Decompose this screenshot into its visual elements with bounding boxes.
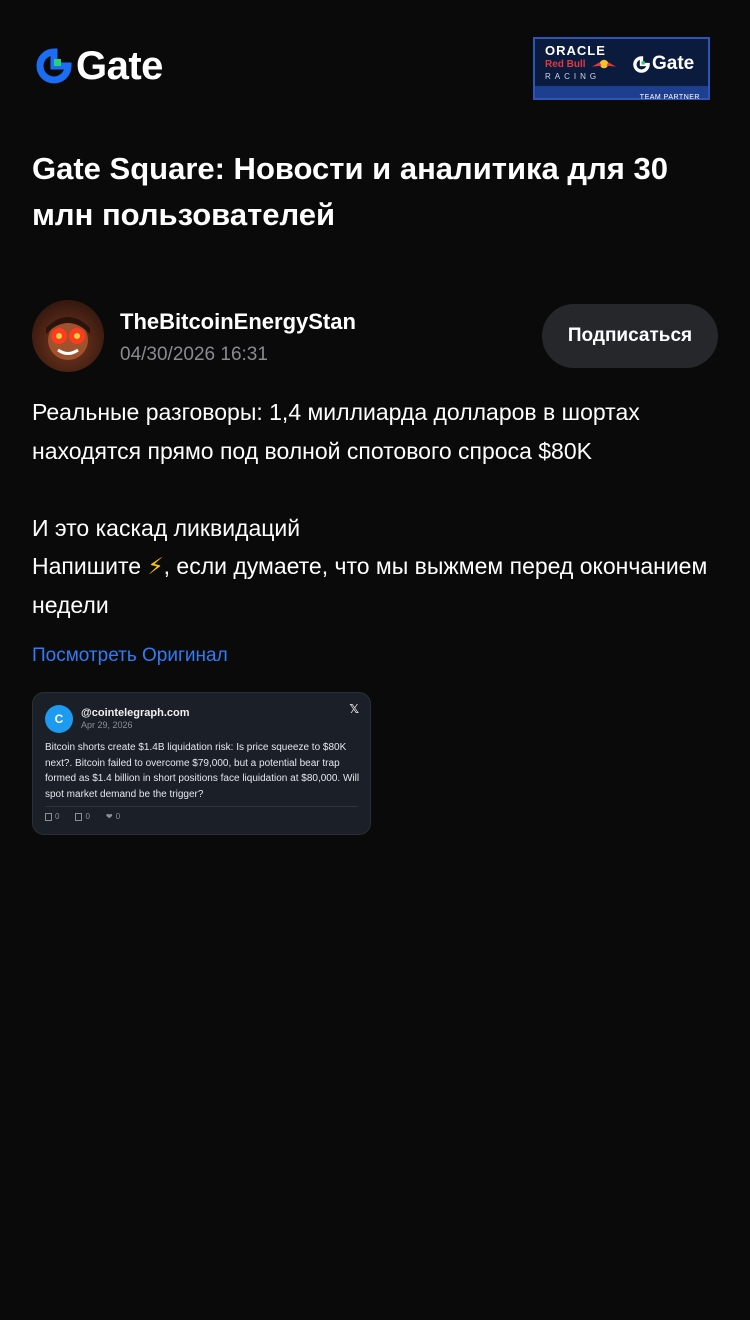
- post-paragraph: Реальные разговоры: 1,4 миллиарда доллар…: [32, 399, 640, 464]
- author-name[interactable]: TheBitcoinEnergyStan: [120, 309, 356, 335]
- post-body: Реальные разговоры: 1,4 миллиарда доллар…: [32, 393, 722, 624]
- gate-logo[interactable]: Gate: [36, 46, 163, 86]
- avatar-image: [46, 317, 90, 360]
- post-timestamp: 04/30/2026 16:31: [120, 344, 268, 365]
- reply-stat: 0: [45, 812, 59, 821]
- heart-icon: ❤: [105, 812, 113, 821]
- partner-oracle-text: ORACLE: [545, 43, 606, 58]
- like-stat: ❤ 0: [106, 812, 120, 821]
- view-original-link[interactable]: Посмотреть Оригинал: [32, 645, 228, 667]
- tweet-text: Bitcoin shorts create $1.4B liquidation …: [45, 742, 360, 800]
- gate-logo-icon: [36, 48, 72, 84]
- partner-gate-text: Gate: [652, 53, 695, 74]
- partner-gate-logo: Gate: [633, 53, 694, 75]
- tweet-date: Apr 29, 2026: [81, 720, 133, 730]
- embedded-tweet-card[interactable]: C @cointelegraph.com Apr 29, 2026 𝕏 Bitc…: [32, 692, 371, 835]
- avatar[interactable]: [32, 300, 104, 372]
- partner-redbull-text: Red Bull: [545, 59, 586, 70]
- logo-text: Gate: [76, 44, 163, 88]
- x-icon: 𝕏: [349, 702, 359, 716]
- tweet-avatar: C: [45, 705, 73, 733]
- post-paragraph: И это каскад ликвидаций: [32, 514, 301, 541]
- lightning-emoji-icon: ⚡: [147, 553, 164, 579]
- tweet-divider: [45, 806, 358, 807]
- like-count: 0: [115, 812, 121, 821]
- tweet-handle: @cointelegraph.com: [81, 707, 190, 719]
- team-partner-text: TEAM PARTNER: [639, 94, 700, 101]
- post-text-segment: Напишите: [32, 553, 148, 579]
- reply-icon: [45, 812, 52, 821]
- post-paragraph: Напишите ⚡, если думаете, что мы выжмем …: [32, 547, 722, 624]
- follow-button[interactable]: Подписаться: [542, 304, 718, 368]
- author-row: TheBitcoinEnergyStan 04/30/2026 16:31 По…: [32, 300, 718, 372]
- partner-racing-text: RACING: [545, 72, 601, 81]
- redbull-icon: [592, 59, 616, 69]
- reply-count: 0: [55, 812, 60, 821]
- partner-strip: TEAM PARTNER: [535, 86, 708, 101]
- tweet-stats: 0 0 ❤ 0: [45, 812, 120, 821]
- team-partner-badge: ORACLE Red Bull RACING Gate TEAM PARTNER: [533, 37, 710, 101]
- gate-logo-icon: [633, 55, 650, 73]
- retweet-count: 0: [85, 812, 90, 821]
- page-title: Gate Square: Новости и аналитика для 30 …: [32, 151, 668, 232]
- retweet-stat: 0: [75, 812, 90, 821]
- retweet-icon: [75, 812, 83, 821]
- header: Gate ORACLE Red Bull RACING Gate TEAM PA…: [0, 0, 750, 130]
